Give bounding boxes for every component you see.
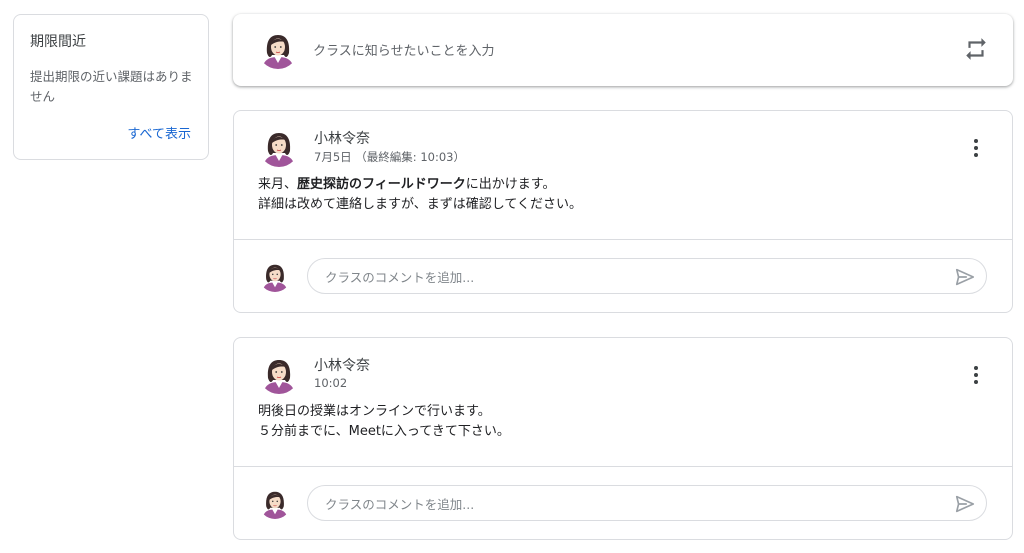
post-author: 小林令奈 [314,131,370,147]
post-line-2: 詳細は改めて連絡しますが、まずは確認してください。 [258,197,582,212]
more-vert-icon[interactable] [968,137,984,159]
upcoming-title: 期限間近 [30,34,86,50]
more-vert-icon[interactable] [968,364,984,386]
user-avatar [258,29,298,69]
post-line-2: ５分前までに、Meetに入ってきて下さい。 [258,424,510,439]
post-emphasis: 歴史探訪のフィールドワーク [297,177,466,192]
comment-box[interactable] [307,485,987,522]
post-time: 10:02 [314,376,348,390]
post-line-1: 来月、歴史探訪のフィールドワークに出かけます。 [258,177,556,192]
divider [234,239,1012,240]
author-avatar [259,354,299,394]
commenter-avatar [259,487,291,519]
post-card: 小林令奈 10:02 明後日の授業はオンラインで行います。 ５分前までに、Mee… [233,337,1013,540]
post-body: 来月、歴史探訪のフィールドワークに出かけます。 詳細は改めて連絡しますが、まずは… [258,175,582,215]
divider [234,466,1012,467]
announce-placeholder[interactable]: クラスに知らせたいことを入力 [313,40,494,59]
view-all-link[interactable]: すべて表示 [127,123,191,142]
post-time: 7月5日 （最終編集: 10:03） [314,150,465,164]
post-body: 明後日の授業はオンラインで行います。 ５分前までに、Meetに入ってきて下さい。 [258,402,510,442]
post-author: 小林令奈 [314,358,370,374]
upcoming-empty-text: 提出期限の近い課題はありません [30,69,193,104]
send-icon[interactable] [954,266,976,288]
repost-icon[interactable] [963,36,989,62]
comment-input[interactable] [323,486,927,522]
comment-input[interactable] [323,259,927,295]
commenter-avatar [259,260,291,292]
post-line-1: 明後日の授業はオンラインで行います。 [258,404,491,419]
comment-box[interactable] [307,258,987,295]
upcoming-card: 期限間近 提出期限の近い課題はありません すべて表示 [13,14,209,160]
author-avatar [259,127,299,167]
announce-box[interactable]: クラスに知らせたいことを入力 [233,14,1013,86]
post-card: 小林令奈 7月5日 （最終編集: 10:03） 来月、歴史探訪のフィールドワーク… [233,110,1013,313]
send-icon[interactable] [954,493,976,515]
